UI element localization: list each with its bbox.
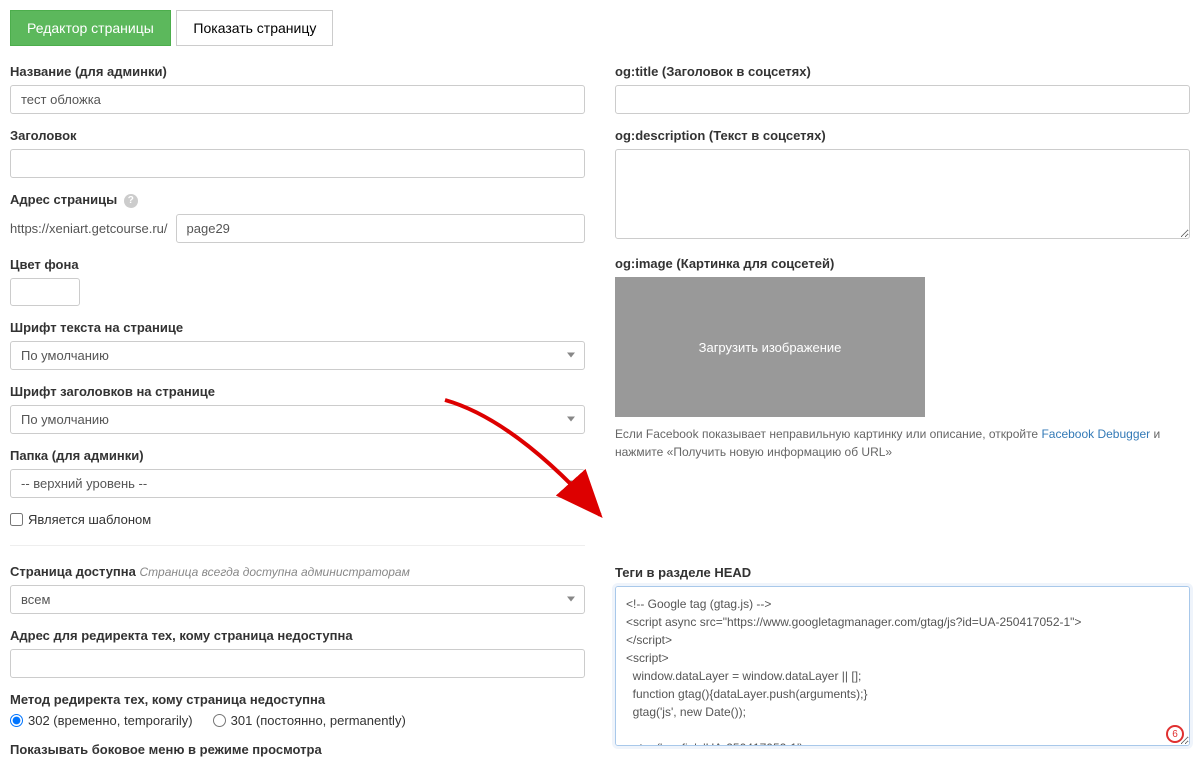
page-tabs: Редактор страницы Показать страницу: [10, 10, 1190, 46]
head-tags-label: Теги в разделе HEAD: [615, 565, 1190, 580]
right-column: og:title (Заголовок в соцсетях) og:descr…: [615, 64, 1190, 771]
divider: [10, 545, 585, 546]
text-font-select[interactable]: По умолчанию: [10, 341, 585, 370]
access-select[interactable]: всем: [10, 585, 585, 614]
access-label: Страница доступна Страница всегда доступ…: [10, 564, 585, 579]
og-title-label: og:title (Заголовок в соцсетях): [615, 64, 1190, 79]
is-template-checkbox[interactable]: [10, 513, 23, 526]
og-image-upload[interactable]: Загрузить изображение: [615, 277, 925, 417]
url-prefix: https://xeniart.getcourse.ru/: [10, 221, 168, 236]
url-slug-input[interactable]: [176, 214, 585, 243]
head-font-select[interactable]: По умолчанию: [10, 405, 585, 434]
title-input[interactable]: [10, 149, 585, 178]
name-label: Название (для админки): [10, 64, 585, 79]
folder-label: Папка (для админки): [10, 448, 585, 463]
redirect-301-radio[interactable]: [213, 714, 226, 727]
tab-preview[interactable]: Показать страницу: [176, 10, 333, 46]
redirect-302-radio[interactable]: [10, 714, 23, 727]
folder-select[interactable]: -- верхний уровень --: [10, 469, 585, 498]
is-template-label: Является шаблоном: [28, 512, 151, 527]
side-menu-label: Показывать боковое меню в режиме просмот…: [10, 742, 585, 757]
redirect-url-input[interactable]: [10, 649, 585, 678]
redirect-302-label: 302 (временно, temporarily): [28, 713, 193, 728]
grammarly-icon[interactable]: 6: [1166, 725, 1184, 743]
bg-color-input[interactable]: [10, 278, 80, 306]
og-title-input[interactable]: [615, 85, 1190, 114]
redirect-301-radio-item[interactable]: 301 (постоянно, permanently): [213, 713, 406, 728]
name-input[interactable]: [10, 85, 585, 114]
title-label: Заголовок: [10, 128, 585, 143]
text-font-label: Шрифт текста на странице: [10, 320, 585, 335]
og-desc-textarea[interactable]: [615, 149, 1190, 239]
left-column: Название (для админки) Заголовок Адрес с…: [10, 64, 585, 771]
og-desc-label: og:description (Текст в соцсетях): [615, 128, 1190, 143]
fb-debugger-link[interactable]: Facebook Debugger: [1041, 427, 1150, 441]
redirect-302-radio-item[interactable]: 302 (временно, temporarily): [10, 713, 193, 728]
redirect-method-label: Метод редиректа тех, кому страница недос…: [10, 692, 585, 707]
head-font-label: Шрифт заголовков на странице: [10, 384, 585, 399]
head-tags-textarea[interactable]: [615, 586, 1190, 746]
url-label: Адрес страницы ?: [10, 192, 585, 208]
redirect-url-label: Адрес для редиректа тех, кому страница н…: [10, 628, 585, 643]
bg-color-label: Цвет фона: [10, 257, 585, 272]
tab-editor[interactable]: Редактор страницы: [10, 10, 171, 46]
redirect-301-label: 301 (постоянно, permanently): [231, 713, 406, 728]
og-image-label: og:image (Картинка для соцсетей): [615, 256, 1190, 271]
help-icon[interactable]: ?: [124, 194, 138, 208]
fb-debugger-note: Если Facebook показывает неправильную ка…: [615, 425, 1190, 461]
